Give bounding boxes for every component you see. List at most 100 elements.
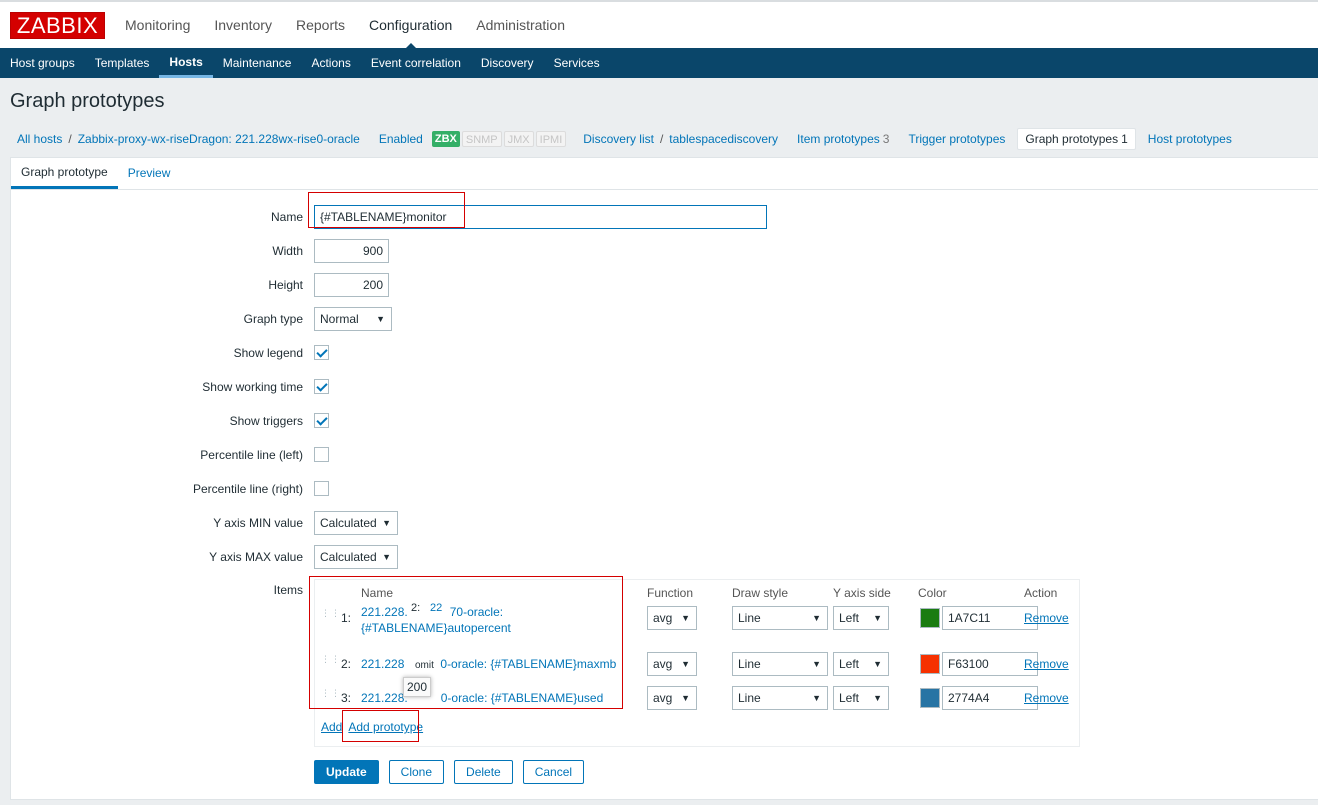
chevron-down-icon: ▼ bbox=[382, 552, 391, 562]
subnav-maintenance[interactable]: Maintenance bbox=[213, 48, 302, 78]
chevron-down-icon: ▼ bbox=[812, 693, 821, 703]
breadcrumb-graph-prototypes[interactable]: Graph prototypes 1 bbox=[1017, 128, 1136, 150]
drag-handle-icon[interactable]: ⋮⋮ bbox=[321, 689, 340, 707]
row-width: Width bbox=[11, 239, 1318, 263]
tooltip-popup: 200 bbox=[403, 677, 432, 697]
page-title: Graph prototypes bbox=[10, 90, 165, 112]
percentile-left-checkbox[interactable] bbox=[314, 447, 329, 462]
y-max-select[interactable]: Calculated ▼ bbox=[314, 545, 398, 569]
header-color: Color bbox=[918, 586, 947, 600]
y-axis-side-select[interactable]: Left ▼ bbox=[833, 652, 889, 676]
color-picker[interactable]: 1A7C11 bbox=[918, 606, 1038, 630]
item-name-link[interactable]: 221.228. 0-oracle: {#TABLENAME}used bbox=[361, 690, 623, 706]
breadcrumb-discovery-rule[interactable]: tablespacediscovery bbox=[669, 132, 778, 146]
availability-badges: ZBX SNMP JMX IPMI bbox=[431, 131, 567, 147]
color-swatch[interactable] bbox=[920, 688, 940, 708]
clone-button[interactable]: Clone bbox=[388, 760, 445, 784]
breadcrumb-discovery-list[interactable]: Discovery list bbox=[583, 132, 654, 146]
row-show-legend: Show legend bbox=[11, 341, 1318, 365]
draw-style-select[interactable]: Line ▼ bbox=[732, 652, 828, 676]
item-name-link[interactable]: 221.228 0-oracle: {#TABLENAME}maxmb bbox=[361, 656, 623, 672]
subnav-discovery[interactable]: Discovery bbox=[471, 48, 544, 78]
tab-preview[interactable]: Preview bbox=[118, 158, 181, 189]
nav-monitoring[interactable]: Monitoring bbox=[113, 2, 202, 48]
percentile-right-checkbox[interactable] bbox=[314, 481, 329, 496]
add-prototype-link[interactable]: Add prototype bbox=[348, 720, 423, 734]
y-axis-side-select[interactable]: Left ▼ bbox=[833, 606, 889, 630]
cancel-button[interactable]: Cancel bbox=[522, 760, 585, 784]
color-swatch[interactable] bbox=[920, 608, 940, 628]
add-links: Add Add prototype bbox=[321, 720, 429, 734]
top-bar: ZABBIX Monitoring Inventory Reports Conf… bbox=[0, 0, 1318, 49]
subnav-event-correlation[interactable]: Event correlation bbox=[361, 48, 471, 78]
badge-jmx: JMX bbox=[503, 131, 534, 147]
width-label: Width bbox=[272, 244, 303, 258]
chevron-down-icon: ▼ bbox=[681, 613, 690, 623]
zabbix-logo[interactable]: ZABBIX bbox=[10, 12, 105, 39]
color-swatch[interactable] bbox=[920, 654, 940, 674]
subnav-host-groups[interactable]: Host groups bbox=[0, 48, 85, 78]
remove-item-link[interactable]: Remove bbox=[1024, 691, 1069, 705]
breadcrumb-item-prototypes[interactable]: Item prototypes 3 bbox=[797, 132, 889, 146]
y-min-select[interactable]: Calculated ▼ bbox=[314, 511, 398, 535]
update-button[interactable]: Update bbox=[314, 760, 379, 784]
y-min-label: Y axis MIN value bbox=[213, 516, 303, 530]
chevron-down-icon: ▼ bbox=[873, 613, 882, 623]
nav-inventory[interactable]: Inventory bbox=[202, 2, 284, 48]
row-height: Height bbox=[11, 273, 1318, 297]
item-name-link[interactable]: 221.228. 70-oracle: {#TABLENAME}autopercen… bbox=[361, 604, 623, 636]
graph-type-label: Graph type bbox=[243, 312, 303, 326]
remove-item-link[interactable]: Remove bbox=[1024, 611, 1069, 625]
subnav-actions[interactable]: Actions bbox=[301, 48, 360, 78]
show-legend-checkbox[interactable] bbox=[314, 345, 329, 360]
remove-item-link[interactable]: Remove bbox=[1024, 657, 1069, 671]
height-input[interactable] bbox=[314, 273, 389, 297]
percentile-right-label: Percentile line (right) bbox=[192, 482, 303, 496]
drag-handle-icon[interactable]: ⋮⋮ bbox=[321, 609, 340, 627]
badge-ipmi: IPMI bbox=[535, 131, 567, 147]
row-percentile-right: Percentile line (right) bbox=[11, 477, 1318, 501]
breadcrumb-separator: / bbox=[68, 132, 72, 146]
items-table: Name Function Draw style Y axis side Col… bbox=[314, 579, 1080, 747]
chevron-down-icon: ▼ bbox=[376, 314, 385, 324]
breadcrumb: All hosts / Zabbix-proxy-wx-riseDragon: … bbox=[10, 126, 1308, 152]
color-picker[interactable]: F63100 bbox=[918, 652, 1038, 676]
function-select[interactable]: avg ▼ bbox=[647, 606, 697, 630]
add-item-link[interactable]: Add bbox=[321, 720, 342, 734]
show-legend-label: Show legend bbox=[233, 346, 303, 360]
delete-button[interactable]: Delete bbox=[454, 760, 513, 784]
row-percentile-left: Percentile line (left) bbox=[11, 443, 1318, 467]
show-triggers-checkbox[interactable] bbox=[314, 413, 329, 428]
badge-snmp: SNMP bbox=[461, 131, 502, 147]
show-working-time-checkbox[interactable] bbox=[314, 379, 329, 394]
name-input[interactable] bbox=[314, 205, 767, 229]
subnav-hosts[interactable]: Hosts bbox=[159, 48, 213, 78]
subnav-services[interactable]: Services bbox=[544, 48, 610, 78]
draw-style-select[interactable]: Line ▼ bbox=[732, 686, 828, 710]
drag-handle-icon[interactable]: ⋮⋮ bbox=[321, 655, 340, 673]
tab-bar: Graph prototype Preview bbox=[11, 158, 1318, 190]
function-select[interactable]: avg ▼ bbox=[647, 652, 697, 676]
draw-style-select[interactable]: Line ▼ bbox=[732, 606, 828, 630]
chevron-down-icon: ▼ bbox=[382, 518, 391, 528]
host-status-enabled[interactable]: Enabled bbox=[379, 132, 423, 146]
breadcrumb-host-prototypes[interactable]: Host prototypes bbox=[1148, 132, 1232, 146]
subnav-templates[interactable]: Templates bbox=[85, 48, 160, 78]
breadcrumb-host[interactable]: Zabbix-proxy-wx-riseDragon: 221.228wx-ri… bbox=[78, 132, 360, 146]
tab-graph-prototype[interactable]: Graph prototype bbox=[11, 158, 118, 189]
header-y-axis-side: Y axis side bbox=[833, 586, 891, 600]
nav-configuration[interactable]: Configuration bbox=[357, 2, 464, 49]
y-axis-side-select[interactable]: Left ▼ bbox=[833, 686, 889, 710]
function-select[interactable]: avg ▼ bbox=[647, 686, 697, 710]
breadcrumb-separator: / bbox=[659, 132, 664, 146]
graph-type-select[interactable]: Normal ▼ bbox=[314, 307, 392, 331]
row-show-working-time: Show working time bbox=[11, 375, 1318, 399]
show-triggers-label: Show triggers bbox=[229, 414, 303, 428]
breadcrumb-all-hosts[interactable]: All hosts bbox=[17, 132, 62, 146]
breadcrumb-trigger-prototypes[interactable]: Trigger prototypes bbox=[908, 132, 1005, 146]
width-input[interactable] bbox=[314, 239, 389, 263]
nav-administration[interactable]: Administration bbox=[464, 2, 577, 48]
height-label: Height bbox=[268, 278, 303, 292]
color-picker[interactable]: 2774A4 bbox=[918, 686, 1038, 710]
nav-reports[interactable]: Reports bbox=[284, 2, 357, 48]
